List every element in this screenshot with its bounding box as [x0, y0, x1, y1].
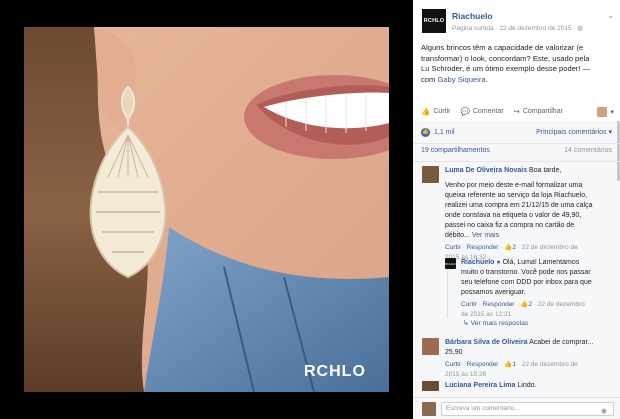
page-name-link[interactable]: Riachuelo — [452, 11, 493, 21]
comment-body-line: onde constava na etiqueta o valor de 49,… — [445, 212, 582, 219]
tagged-suffix: . — [485, 74, 488, 84]
photo-stage: RCHLO — [0, 0, 413, 419]
commenter-name[interactable]: Luciana Pereira Lima — [445, 382, 515, 389]
comment-like-count[interactable]: 2 — [528, 301, 532, 308]
photo-watermark: RCHLO — [304, 363, 366, 380]
comment-sort-dropdown[interactable]: Principais comentários ▾ — [536, 128, 612, 136]
page-avatar[interactable]: RCHLO — [422, 9, 446, 33]
camera-icon[interactable]: ◉ — [601, 406, 607, 418]
avatar[interactable] — [422, 338, 439, 355]
comment-body-line: passei no caixa fiz a compra no cartão d… — [445, 222, 575, 229]
comment-input-placeholder: Escreva um comentário... — [446, 405, 520, 412]
comment-reply-link[interactable]: Responder — [467, 361, 499, 368]
post-options-chevron-icon[interactable]: ⌄ — [607, 11, 614, 20]
share-label: Compartilhar — [522, 108, 563, 115]
comment-body-line: 25,90 — [445, 349, 463, 356]
shares-count[interactable]: 19 compartilhamentos — [421, 147, 490, 158]
post-meta-text[interactable]: Página curtida · 22 de dezembro de 2015 … — [452, 25, 577, 32]
comment-body-line: queixa referente ao serviço da loja Riac… — [445, 192, 588, 199]
divider — [413, 143, 620, 144]
thumbs-up-icon: 👍 — [421, 107, 431, 116]
post-actions-bar: 👍 Curtir 💬 Comentar ↪ Compartilhar ▾ — [421, 104, 614, 119]
page-avatar-text: RCHLO — [445, 261, 456, 266]
comment-like-count[interactable]: 2 — [512, 244, 516, 251]
comment-like-link[interactable]: Curtir — [445, 361, 461, 368]
comment-item: Luciana Pereira Lima Lindo. — [445, 381, 613, 391]
with-prefix: com — [421, 74, 438, 84]
comment-date-line2: 2015 às 15:26 — [445, 371, 487, 378]
comment-text: Boa tarde, — [529, 167, 562, 174]
comment-like-count[interactable]: 1 — [512, 361, 516, 368]
like-reaction-icon: 👍 — [421, 127, 430, 137]
likes-row: 👍 1,1 mil Principais comentários ▾ — [421, 124, 612, 140]
comment-body-line: realizei uma compra em 21/12/15 de uma c… — [445, 202, 593, 209]
actor-avatar — [597, 106, 608, 117]
post-header: RCHLO Riachuelo Página curtida · 22 de d… — [413, 0, 620, 40]
post-text-line: transformar) o look, concordam? Este, us… — [421, 53, 590, 63]
see-more-link[interactable]: Ver mais — [472, 232, 499, 239]
commenter-name[interactable]: Bárbara Silva de Oliveira — [445, 339, 528, 346]
post-text-line: Lu Schroder, é um ótimo exemplo desse po… — [421, 64, 591, 73]
comment-composer: Escreva um comentário... ◉ — [413, 397, 620, 419]
comment-body-line: seu telefone com DDD por inbox para que — [461, 279, 592, 286]
globe-icon: ◍ — [577, 25, 584, 32]
comment-icon: 💬 — [460, 107, 470, 116]
post-text-line: Alguns brincos têm a capacidade de valor… — [421, 43, 584, 52]
avatar[interactable]: RCHLO — [445, 258, 456, 269]
tagged-user-link[interactable]: Gaby Siqueira — [437, 75, 485, 84]
comment-reply-link[interactable]: Responder — [483, 301, 515, 308]
post-side-panel: RCHLO Riachuelo Página curtida · 22 de d… — [413, 0, 620, 419]
commenter-name[interactable]: Riachuelo — [461, 259, 494, 266]
divider — [413, 161, 620, 162]
share-icon: ↪ — [513, 107, 520, 116]
shares-row: 19 compartilhamentos 14 comentários — [421, 147, 612, 158]
see-more-replies-label: Ver mais respostas — [470, 320, 529, 327]
comment-text: Olá, Luma! Lamentamos — [502, 259, 580, 266]
comment-like-link[interactable]: Curtir — [461, 301, 477, 308]
like-button[interactable]: 👍 Curtir — [421, 107, 450, 116]
comment-body-line: muito o transtorno. Você pode nos passar — [461, 269, 591, 276]
avatar — [422, 402, 436, 416]
post-meta: Página curtida · 22 de dezembro de 2015 … — [452, 24, 583, 32]
post-photo[interactable]: RCHLO — [24, 27, 389, 392]
comment-date[interactable]: 22 de dezembro — [538, 301, 585, 308]
verified-badge-icon: ● — [496, 259, 501, 266]
comment-like-link[interactable]: Curtir — [445, 244, 461, 251]
avatar[interactable] — [422, 166, 439, 183]
like-label: Curtir — [433, 108, 451, 115]
comment-item: Bárbara Silva de Oliveira Acabei de comp… — [445, 338, 613, 380]
reply-item: Riachuelo ● Olá, Luma! Lamentamos muito … — [461, 258, 613, 320]
comment-button[interactable]: 💬 Comentar — [460, 107, 503, 116]
avatar[interactable] — [422, 381, 439, 391]
dropdown-chevron-icon: ▾ — [610, 108, 614, 116]
actor-selector[interactable]: ▾ — [597, 106, 614, 117]
post-text: Alguns brincos têm a capacidade de valor… — [413, 40, 620, 98]
see-more-replies-link[interactable]: ↳ Ver mais respostas — [463, 319, 528, 327]
comment-reply-link[interactable]: Responder — [467, 244, 499, 251]
share-button[interactable]: ↪ Compartilhar — [514, 107, 563, 116]
comment-body-line: possamos averiguar. — [461, 289, 526, 296]
comment-date[interactable]: 22 de dezembro de — [522, 361, 578, 368]
comment-date[interactable]: 22 de dezembro de — [522, 244, 578, 251]
photo-illustration: RCHLO — [24, 27, 389, 392]
comments-count: 14 comentários — [564, 147, 612, 154]
comment-body-line: débito... — [445, 232, 470, 239]
commenter-name[interactable]: Luma De Oliveira Novais — [445, 167, 527, 174]
likes-count[interactable]: 1,1 mil — [434, 129, 455, 136]
comment-label: Comentar — [472, 108, 504, 115]
comment-item: Luma De Oliveira Novais Boa tarde, Venho… — [445, 166, 613, 263]
page-avatar-text: RCHLO — [423, 18, 445, 24]
comment-text: Acabei de comprar... — [529, 339, 594, 346]
comment-input[interactable]: Escreva um comentário... ◉ — [441, 402, 614, 416]
comment-text: Lindo. — [517, 382, 537, 389]
comment-body-line: Venho por meio deste e-mail formalizar u… — [445, 182, 583, 189]
reply-arrow-icon: ↳ — [463, 320, 471, 327]
